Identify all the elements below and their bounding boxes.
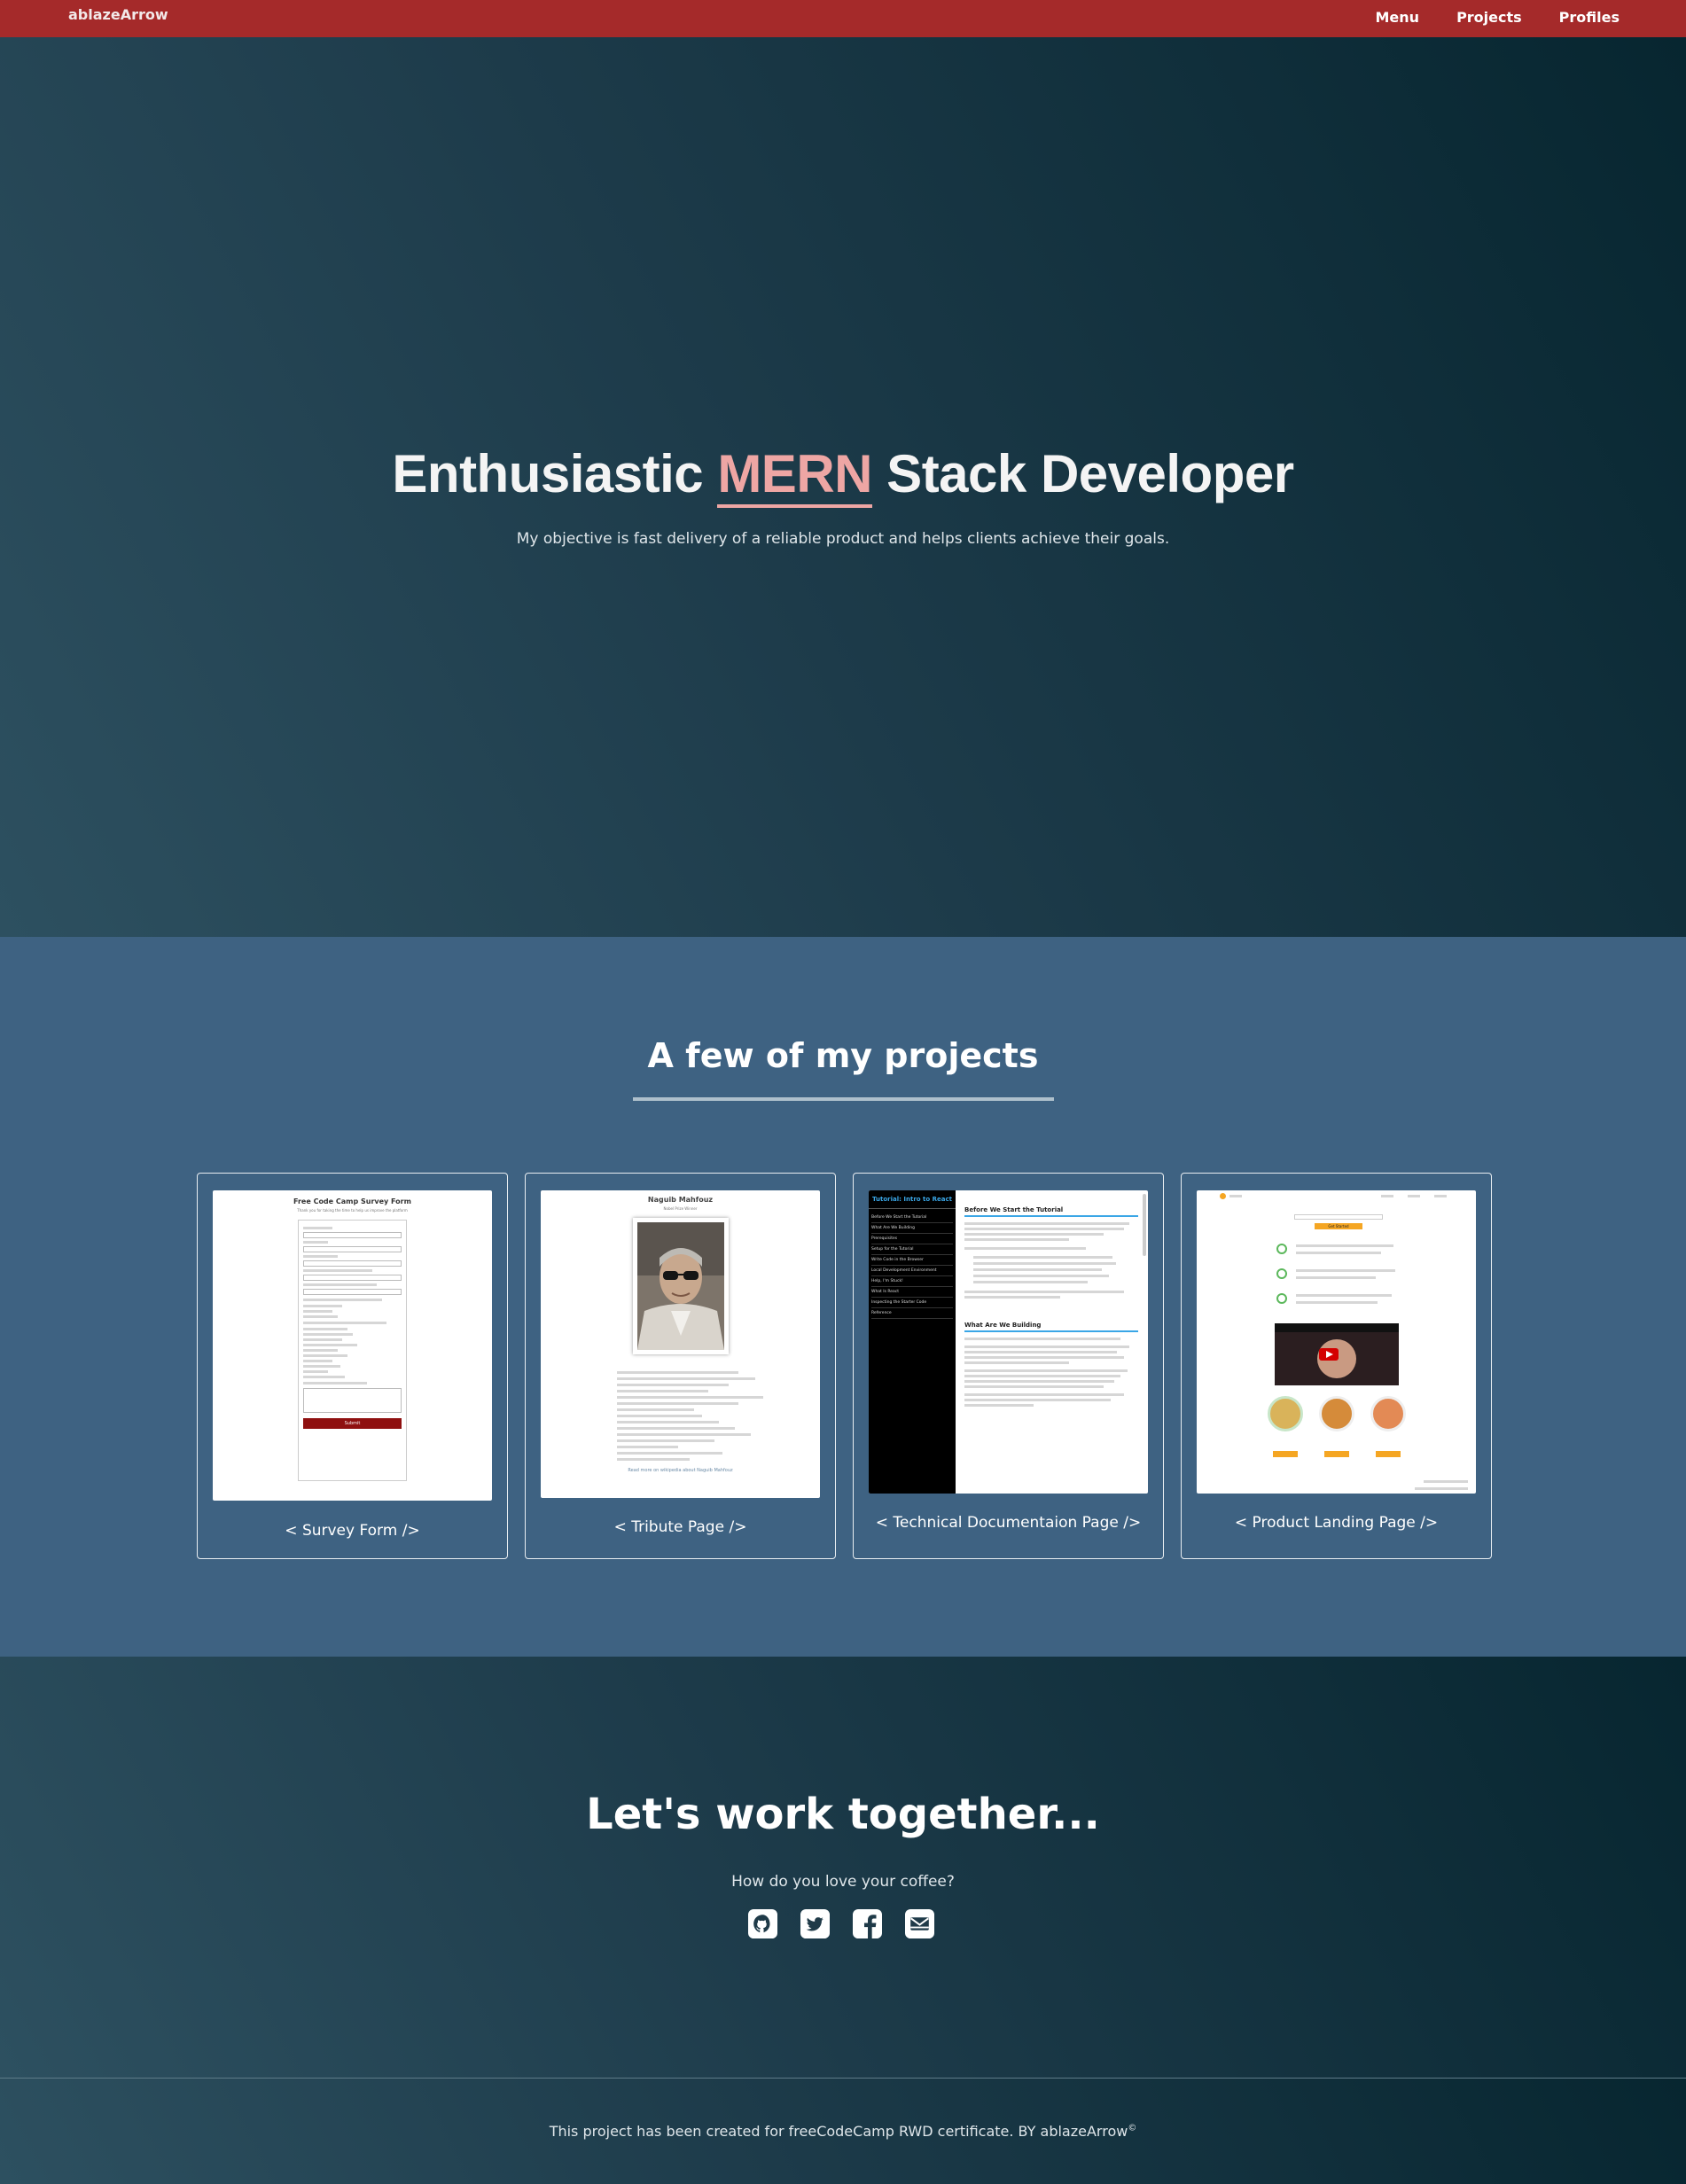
footer: This project has been created for freeCo… (0, 2078, 1686, 2184)
project-thumbnail-technical-documentation: Tutorial: Intro to React Before We Start… (869, 1190, 1148, 1494)
thumb-doc-nav-item: What Are We Building (871, 1223, 953, 1234)
contact-subtitle: How do you love your coffee? (731, 1873, 955, 1891)
thumb-title: Free Code Camp Survey Form (293, 1197, 411, 1205)
nav-link-projects[interactable]: Projects (1456, 9, 1522, 26)
thumb-get-started-button: Get Started (1315, 1223, 1362, 1229)
thumb-title: Naguib Mahfouz (647, 1196, 714, 1204)
thumb-doc-nav-item: Local Development Environment (871, 1266, 953, 1276)
hero-title-start: Enthusiastic (392, 444, 704, 503)
project-label-survey-form[interactable]: < Survey Form /> (198, 1522, 507, 1540)
thumb-doc-nav-item: Help, I'm Stuck! (871, 1276, 953, 1287)
thumb-doc-nav-item: Reference (871, 1308, 953, 1319)
project-label-technical-documentation[interactable]: < Technical Documentaion Page /> (854, 1514, 1163, 1532)
thumb-doc-nav-title: Tutorial: Intro to React (869, 1190, 956, 1209)
nav-links: Menu Projects Profiles (1376, 9, 1620, 26)
project-card-technical-documentation[interactable]: Tutorial: Intro to React Before We Start… (853, 1173, 1164, 1559)
thumb-doc-sidebar: Tutorial: Intro to React Before We Start… (869, 1190, 956, 1494)
social-links (748, 1909, 934, 1938)
thumb-product-video (1275, 1323, 1399, 1385)
contact-heading: Let's work together... (586, 1790, 1100, 1839)
hero-title-accent: MERN (717, 444, 872, 508)
projects-section: A few of my projects Free Code Camp Surv… (0, 937, 1686, 1657)
project-card-tribute-page[interactable]: Naguib Mahfouz Nobel Prize Winner Read m… (525, 1173, 836, 1559)
brand-logo[interactable]: ablazeArrow (68, 6, 168, 23)
thumb-doc-heading-1: Before We Start the Tutorial (964, 1206, 1138, 1217)
thumb-product-logo (1220, 1193, 1226, 1199)
thumb-doc-nav-list: Before We Start the Tutorial What Are We … (869, 1209, 956, 1322)
project-thumbnail-survey-form: Free Code Camp Survey Form Thank you for… (213, 1190, 492, 1501)
thumb-form: Submit (298, 1220, 407, 1481)
project-label-product-landing[interactable]: < Product Landing Page /> (1182, 1514, 1491, 1532)
hero-section: Enthusiastic MERN Stack Developer My obj… (0, 37, 1686, 937)
nav-link-menu[interactable]: Menu (1376, 9, 1420, 26)
projects-heading: A few of my projects (647, 1036, 1039, 1075)
project-card-survey-form[interactable]: Free Code Camp Survey Form Thank you for… (197, 1173, 508, 1559)
twitter-icon[interactable] (800, 1909, 830, 1938)
hero-title-end: Stack Developer (886, 444, 1294, 503)
project-label-tribute-page[interactable]: < Tribute Page /> (526, 1518, 835, 1536)
contact-section: Let's work together... How do you love y… (0, 1657, 1686, 2078)
thumb-wikipedia-link: Read more on wikipedia about Naguib Mahf… (628, 1468, 733, 1473)
footer-text: This project has been created for freeCo… (0, 2123, 1686, 2140)
footer-credit: This project has been created for freeCo… (549, 2123, 1128, 2140)
nav-link-profiles[interactable]: Profiles (1559, 9, 1620, 26)
thumb-doc-heading-2: What Are We Building (964, 1322, 1138, 1332)
thumb-doc-nav-item: Write Code in the Browser (871, 1255, 953, 1266)
email-icon[interactable] (905, 1909, 934, 1938)
thumb-doc-nav-item: Prerequisites (871, 1234, 953, 1244)
facebook-icon[interactable] (853, 1909, 882, 1938)
copyright-symbol: © (1128, 2123, 1137, 2133)
github-icon[interactable] (748, 1909, 777, 1938)
hero-title: Enthusiastic MERN Stack Developer (0, 443, 1686, 508)
projects-heading-underline (633, 1097, 1054, 1101)
hero-subtitle: My objective is fast delivery of a relia… (516, 530, 1170, 548)
thumb-product-items (1264, 1392, 1409, 1457)
thumb-submit-button: Submit (303, 1418, 402, 1429)
thumb-doc-nav-item: Setup for the Tutorial (871, 1244, 953, 1255)
thumb-subtitle: Thank you for taking the time to help us… (297, 1208, 408, 1213)
project-thumbnail-product-landing: Get Started (1197, 1190, 1476, 1494)
project-thumbnail-tribute-page: Naguib Mahfouz Nobel Prize Winner Read m… (541, 1190, 820, 1498)
thumb-portrait-frame (632, 1218, 729, 1354)
thumb-subtitle: Nobel Prize Winner (663, 1206, 698, 1211)
navbar: ablazeArrow Menu Projects Profiles (0, 0, 1686, 37)
thumb-doc-nav-item: What Is React (871, 1287, 953, 1298)
portrait-image (636, 1222, 724, 1350)
thumb-doc-nav-item: Before We Start the Tutorial (871, 1213, 953, 1223)
thumb-doc-nav-item: Inspecting the Starter Code (871, 1298, 953, 1308)
project-card-product-landing[interactable]: Get Started < Product Landing Page /> (1181, 1173, 1492, 1559)
